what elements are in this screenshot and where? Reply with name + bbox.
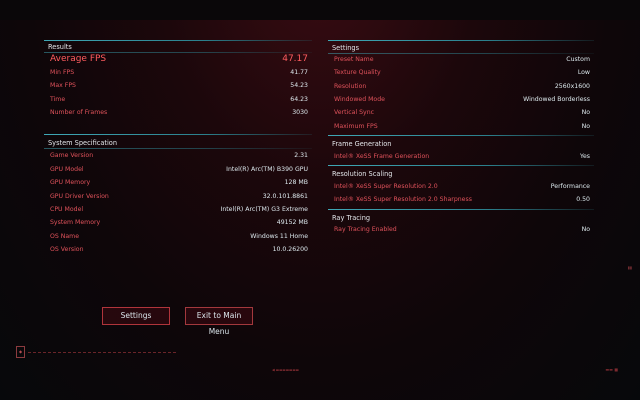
spec-row-system-memory: System Memory 49152 MB [44, 216, 312, 229]
row-label: GPU Model [50, 166, 84, 173]
exit-to-main-menu-button[interactable]: Exit to Main Menu [185, 307, 253, 336]
spec-row-game-version: Game Version 2.31 [44, 149, 312, 162]
setting-row-vsync: Vertical Sync No [328, 106, 594, 119]
row-value: 10.0.26200 [272, 246, 308, 253]
row-value: 64.23 [290, 96, 308, 103]
settings-button[interactable]: Settings [102, 307, 170, 325]
row-value: No [581, 123, 590, 130]
top-bar [0, 0, 640, 20]
footer-emblem: ◆ [16, 346, 25, 358]
scaling-row-xess-sr: Intel® XeSS Super Resolution 2.0 Perform… [328, 180, 594, 193]
resolution-scaling-title: Resolution Scaling [332, 170, 393, 178]
average-fps-label: Average FPS [50, 54, 107, 64]
spec-row-gpu-memory: GPU Memory 128 MB [44, 176, 312, 189]
footer-decoration-line [28, 352, 178, 353]
row-label: Windowed Mode [334, 96, 385, 103]
raytracing-row-enabled: Ray Tracing Enabled No [328, 223, 594, 236]
row-value: Intel(R) Arc(TM) B390 GPU [226, 166, 308, 173]
footer-decoration-icon: ▬▬ ■ [605, 367, 618, 372]
row-label: Intel® XeSS Super Resolution 2.0 [334, 183, 438, 190]
spec-row-os-name: OS Name Windows 11 Home [44, 230, 312, 243]
row-label: Time [50, 96, 66, 103]
row-value: 3030 [292, 109, 308, 116]
system-spec-panel: System Specification Game Version 2.31 G… [44, 134, 312, 264]
row-value: 0.50 [576, 196, 590, 203]
row-label: Game Version [50, 152, 94, 159]
resolution-scaling-panel: Resolution Scaling Intel® XeSS Super Res… [328, 165, 594, 209]
section-rule [44, 134, 312, 135]
average-fps-row: Average FPS 47.17 [44, 53, 312, 66]
setting-row-resolution: Resolution 2560x1600 [328, 80, 594, 93]
scaling-row-xess-sharpness: Intel® XeSS Super Resolution 2.0 Sharpne… [328, 193, 594, 206]
spec-row-gpu-model: GPU Model Intel(R) Arc(TM) B390 GPU [44, 163, 312, 176]
row-label: CPU Model [50, 206, 84, 213]
row-label: OS Name [50, 233, 80, 240]
row-value: 2.31 [294, 152, 308, 159]
emblem-icon: ◆ [16, 346, 25, 358]
row-value: Windowed Borderless [523, 96, 590, 103]
row-label: Max FPS [50, 82, 76, 89]
result-row-max-fps: Max FPS 54.23 [44, 79, 312, 92]
row-label: GPU Driver Version [50, 193, 109, 200]
row-label: Preset Name [334, 56, 374, 63]
setting-row-windowed: Windowed Mode Windowed Borderless [328, 93, 594, 106]
result-row-frames: Number of Frames 3030 [44, 106, 312, 119]
row-label: GPU Memory [50, 179, 91, 186]
row-label: System Memory [50, 219, 101, 226]
setting-row-preset: Preset Name Custom [328, 53, 594, 66]
row-value: 41.77 [290, 69, 308, 76]
row-label: Maximum FPS [334, 123, 378, 130]
spec-row-os-version: OS Version 10.0.26200 [44, 243, 312, 256]
results-panel: Results Average FPS 47.17 Min FPS 41.77 … [44, 38, 312, 128]
side-decoration [10, 160, 12, 240]
section-rule [44, 40, 312, 41]
row-value: No [581, 226, 590, 233]
row-value: Low [577, 69, 590, 76]
ray-tracing-panel: Ray Tracing Ray Tracing Enabled No [328, 209, 594, 239]
framegen-row-xess: Intel® XeSS Frame Generation Yes [328, 150, 594, 163]
right-decoration-icon: ▮▮ [627, 265, 632, 270]
row-value: 49152 MB [276, 219, 308, 226]
section-rule [328, 40, 594, 41]
section-rule [328, 209, 594, 210]
row-value: 32.0.101.8861 [262, 193, 308, 200]
row-value: Windows 11 Home [250, 233, 308, 240]
row-label: OS Version [50, 246, 84, 253]
frame-generation-title: Frame Generation [332, 140, 392, 148]
row-label: Vertical Sync [334, 109, 375, 116]
row-label: Intel® XeSS Super Resolution 2.0 Sharpne… [334, 196, 472, 203]
row-value: 2560x1600 [554, 83, 590, 90]
row-label: Ray Tracing Enabled [334, 226, 397, 233]
row-value: No [581, 109, 590, 116]
row-value: Intel(R) Arc(TM) G3 Extreme [220, 206, 309, 213]
result-row-min-fps: Min FPS 41.77 [44, 66, 312, 79]
average-fps-value: 47.17 [282, 54, 308, 64]
frame-generation-panel: Frame Generation Intel® XeSS Frame Gener… [328, 135, 594, 165]
row-label: Intel® XeSS Frame Generation [334, 153, 430, 160]
result-row-time: Time 64.23 [44, 93, 312, 106]
row-label: Texture Quality [334, 69, 381, 76]
row-label: Number of Frames [50, 109, 108, 116]
spec-row-cpu-model: CPU Model Intel(R) Arc(TM) G3 Extreme [44, 203, 312, 216]
spec-row-gpu-driver: GPU Driver Version 32.0.101.8861 [44, 190, 312, 203]
setting-row-max-fps: Maximum FPS No [328, 120, 594, 133]
row-value: Custom [566, 56, 590, 63]
row-label: Min FPS [50, 69, 75, 76]
settings-panel: Settings Preset Name Custom Texture Qual… [328, 38, 594, 134]
row-value: Yes [580, 153, 590, 160]
row-value: 54.23 [290, 82, 308, 89]
footer-arrow-icon: ◀ ▬▬▬▬▬▬▬ [272, 368, 299, 372]
section-rule [328, 135, 594, 136]
row-label: Resolution [334, 83, 367, 90]
row-value: 128 MB [284, 179, 308, 186]
row-value: Performance [550, 183, 590, 190]
section-rule [328, 165, 594, 166]
setting-row-texture: Texture Quality Low [328, 66, 594, 79]
